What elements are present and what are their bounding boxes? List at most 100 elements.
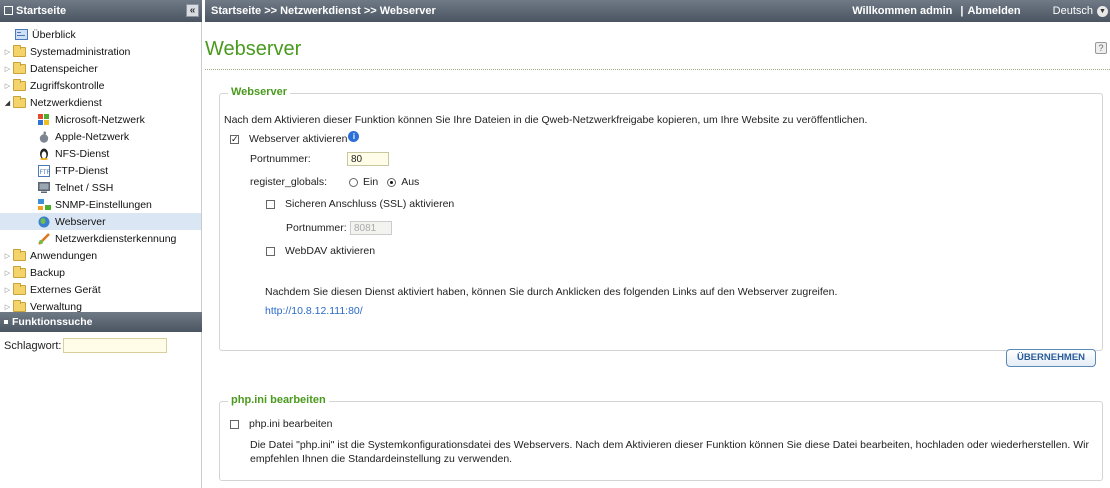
collapse-arrow-icon[interactable]: ◢ — [3, 99, 12, 107]
sidebar-item-microsoft-netzwerk[interactable]: Microsoft-Netzwerk — [0, 111, 201, 128]
expand-arrow-icon[interactable]: ▷ — [3, 269, 12, 277]
folder-icon — [13, 78, 26, 91]
sidebar-item-label: NFS-Dienst — [55, 147, 110, 160]
logout-link[interactable]: Abmelden — [967, 5, 1020, 17]
sidebar-item-label: Verwaltung — [30, 300, 82, 313]
enable-webserver-checkbox[interactable]: ✓ — [230, 134, 239, 144]
discovery-icon — [37, 232, 51, 245]
port-input[interactable] — [347, 152, 389, 166]
sidebar-item-datenspeicher[interactable]: ▷ Datenspeicher — [0, 60, 201, 77]
keyword-search: Schlagwort: — [4, 338, 168, 353]
expand-arrow-icon[interactable]: ▷ — [3, 48, 12, 56]
register-globals-off-label: Aus — [401, 176, 420, 188]
sidebar-item-label: Externes Gerät — [30, 283, 101, 296]
sidebar: Überblick ▷ Systemadministration ▷ Daten… — [0, 22, 202, 488]
folder-icon — [13, 61, 26, 74]
sidebar-item-netzwerkdiensterkennung[interactable]: Netzwerkdiensterkennung — [0, 230, 201, 247]
sidebar-item-zugriffskontrolle[interactable]: ▷ Zugriffskontrolle — [0, 77, 201, 94]
globe-icon — [37, 216, 51, 228]
phpini-edit-row: php.ini bearbeiten — [230, 418, 332, 430]
sidebar-item-label: Datenspeicher — [30, 62, 98, 75]
title-divider — [205, 69, 1110, 70]
function-search-title: Funktionssuche — [12, 316, 93, 328]
webserver-description: Nach dem Aktivieren dieser Funktion könn… — [224, 114, 868, 126]
ssl-checkbox[interactable] — [266, 199, 275, 209]
register-globals-row: register_globals: Ein Aus — [250, 176, 419, 188]
keyword-input[interactable] — [63, 338, 168, 353]
sidebar-item-systemadministration[interactable]: ▷ Systemadministration — [0, 43, 201, 60]
collapse-sidebar-button[interactable]: « — [186, 4, 199, 17]
welcome-text: Willkommen admin — [852, 5, 953, 17]
sidebar-item-label: Zugriffskontrolle — [30, 79, 105, 92]
language-selector[interactable]: Deutsch — [1053, 5, 1093, 17]
folder-icon — [13, 299, 26, 312]
webdav-checkbox[interactable] — [266, 246, 275, 256]
breadcrumb: Startseite >> Netzwerkdienst >> Webserve… — [211, 5, 436, 17]
ssl-port-label: Portnummer: — [286, 222, 347, 234]
webdav-row: WebDAV aktivieren — [266, 245, 375, 257]
apply-button[interactable]: ÜBERNEHMEN — [1006, 349, 1096, 367]
help-icon[interactable]: ? — [1095, 42, 1107, 54]
ssl-port-input[interactable] — [350, 221, 392, 235]
register-globals-label: register_globals: — [250, 176, 328, 188]
sidebar-item-label: Anwendungen — [30, 249, 98, 262]
expand-arrow-icon[interactable]: ▷ — [3, 286, 12, 294]
register-globals-off-radio[interactable] — [387, 177, 397, 187]
sidebar-item-apple-netzwerk[interactable]: Apple-Netzwerk — [0, 128, 201, 145]
folder-icon — [13, 265, 26, 278]
sidebar-item-anwendungen[interactable]: ▷ Anwendungen — [0, 247, 201, 264]
expand-arrow-icon[interactable]: ▷ — [3, 303, 12, 311]
register-globals-on-radio[interactable] — [349, 177, 358, 187]
chevron-down-icon[interactable]: ▼ — [1097, 5, 1108, 17]
port-label: Portnummer: — [250, 153, 311, 165]
webserver-access-link[interactable]: http://10.8.12.111:80/ — [265, 305, 363, 317]
info-icon[interactable]: i — [348, 130, 360, 142]
folder-open-icon — [13, 95, 26, 108]
sidebar-item-label: Überblick — [32, 28, 76, 41]
sidebar-item-label: SNMP-Einstellungen — [55, 198, 152, 211]
folder-icon — [13, 44, 26, 57]
register-globals-on-label: Ein — [363, 176, 379, 188]
sidebar-item-netzwerkdienst[interactable]: ◢ Netzwerkdienst — [0, 94, 201, 111]
overview-icon — [14, 29, 28, 41]
sidebar-item-label: Netzwerkdienst — [30, 96, 102, 109]
access-note: Nachdem Sie diesen Dienst aktiviert habe… — [265, 286, 838, 298]
sidebar-item-snmp-einstellungen[interactable]: SNMP-Einstellungen — [0, 196, 201, 213]
bullet-icon — [4, 320, 8, 324]
sidebar-item-webserver[interactable]: Webserver — [0, 213, 201, 230]
sidebar-item-label: Systemadministration — [30, 45, 131, 58]
phpini-section: php.ini bearbeiten php.ini bearbeiten Di… — [219, 394, 1103, 481]
page-title: Webserver — [205, 38, 302, 60]
sidebar-item-telnet-ssh[interactable]: Telnet / SSH — [0, 179, 201, 196]
topbar-separator: | — [960, 5, 964, 17]
phpini-edit-checkbox[interactable] — [230, 419, 239, 429]
top-bar: Startseite >> Netzwerkdienst >> Webserve… — [205, 0, 1110, 22]
sidebar-item-label: Netzwerkdiensterkennung — [55, 232, 177, 245]
keyword-label: Schlagwort: — [4, 339, 62, 352]
expand-arrow-icon[interactable]: ▷ — [3, 82, 12, 90]
enable-webserver-row: ✓ Webserver aktivieren i — [230, 130, 360, 145]
ssl-port-row: Portnummer: — [286, 221, 392, 235]
ssl-row: Sicheren Anschluss (SSL) aktivieren — [266, 198, 454, 210]
webserver-section: Webserver Nach dem Aktivieren dieser Fun… — [219, 86, 1103, 351]
webserver-section-legend: Webserver — [228, 86, 291, 98]
sidebar-item-externes-geraet[interactable]: ▷ Externes Gerät — [0, 281, 201, 298]
phpini-section-legend: php.ini bearbeiten — [228, 394, 329, 406]
expand-arrow-icon[interactable]: ▷ — [3, 252, 12, 260]
folder-icon — [13, 248, 26, 261]
windows-icon — [37, 114, 51, 126]
sidebar-item-ftp-dienst[interactable]: FTP FTP-Dienst — [0, 162, 201, 179]
sidebar-item-nfs-dienst[interactable]: NFS-Dienst — [0, 145, 201, 162]
port-row: Portnummer: — [250, 152, 389, 166]
sidebar-item-ueberblick[interactable]: Überblick — [0, 26, 201, 43]
sidebar-item-label: Webserver — [55, 215, 106, 228]
expand-arrow-icon[interactable]: ▷ — [3, 65, 12, 73]
network-devices-icon — [37, 198, 51, 211]
sidebar-item-backup[interactable]: ▷ Backup — [0, 264, 201, 281]
phpini-edit-label: php.ini bearbeiten — [249, 418, 333, 430]
sidebar-item-label: Microsoft-Netzwerk — [55, 113, 145, 126]
sidebar-item-label: FTP-Dienst — [55, 164, 109, 177]
apple-icon — [37, 131, 51, 143]
home-icon — [4, 5, 13, 15]
sidebar-item-label: Apple-Netzwerk — [55, 130, 130, 143]
